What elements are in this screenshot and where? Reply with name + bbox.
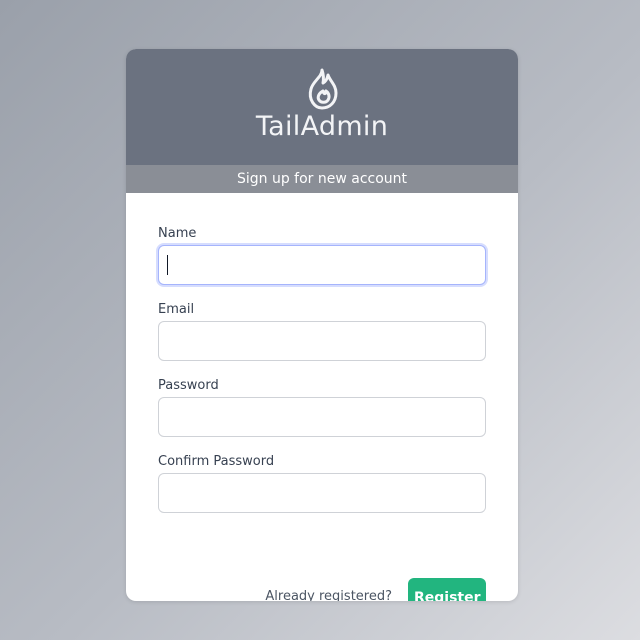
name-label: Name [158,226,197,241]
form-actions: Already registered? Register [158,578,486,601]
password-field: Password [158,345,486,437]
email-label: Email [158,302,195,317]
name-field: Name [158,193,486,285]
already-registered-link[interactable]: Already registered? [265,589,392,601]
page-subtitle: Sign up for new account [126,165,518,193]
password-label: Password [158,378,219,393]
signup-card: TailAdmin Sign up for new account Name E… [126,49,518,601]
confirm-password-input[interactable] [158,473,486,513]
card-header: TailAdmin [126,49,518,165]
email-field: Email [158,269,486,361]
signup-form: Name Email Password Confirm Password Alr… [158,193,486,601]
brand-name: TailAdmin [255,111,389,142]
register-button[interactable]: Register [408,578,486,601]
confirm-password-field: Confirm Password [158,421,486,513]
flame-icon [308,68,338,110]
confirm-password-label: Confirm Password [158,454,275,469]
